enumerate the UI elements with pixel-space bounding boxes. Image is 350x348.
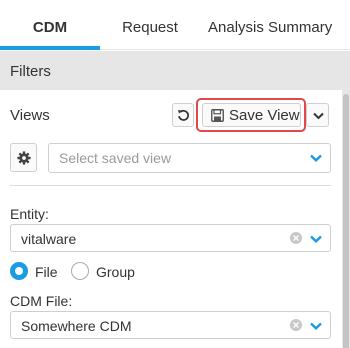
chevron-down-icon[interactable] xyxy=(310,322,322,330)
view-options-button[interactable] xyxy=(306,103,329,127)
chevron-down-icon xyxy=(313,112,324,120)
entity-select[interactable]: vitalware xyxy=(10,224,331,252)
tab-analysis-summary[interactable]: Analysis Summary xyxy=(208,0,350,50)
clear-icon[interactable] xyxy=(290,232,302,244)
chevron-down-icon[interactable] xyxy=(310,154,322,162)
view-settings-button[interactable] xyxy=(10,143,37,172)
entity-value: vitalware xyxy=(21,231,77,247)
cdm-file-select[interactable]: Somewhere CDM xyxy=(10,311,331,339)
chevron-down-icon[interactable] xyxy=(310,235,322,243)
scrollbar[interactable] xyxy=(342,90,350,348)
group-radio[interactable] xyxy=(71,262,89,280)
saved-view-select[interactable]: Select saved view xyxy=(48,143,331,173)
floppy-disk-icon xyxy=(211,109,224,122)
cdm-file-value: Somewhere CDM xyxy=(21,318,132,334)
tab-cdm[interactable]: CDM xyxy=(0,0,100,50)
divider xyxy=(10,185,331,186)
filters-header: Filters xyxy=(0,51,350,90)
file-radio-label[interactable]: File xyxy=(35,264,58,280)
tab-request[interactable]: Request xyxy=(100,0,200,50)
clear-icon[interactable] xyxy=(290,319,302,331)
gear-icon xyxy=(17,151,31,165)
entity-label: Entity: xyxy=(10,206,49,222)
filters-title: Filters xyxy=(10,63,51,80)
views-label: Views xyxy=(10,107,50,124)
save-view-button[interactable]: Save View xyxy=(202,103,301,127)
saved-view-placeholder: Select saved view xyxy=(59,150,172,166)
reset-view-button[interactable] xyxy=(172,103,194,127)
cdm-file-label: CDM File: xyxy=(10,293,73,309)
group-radio-label[interactable]: Group xyxy=(96,264,135,280)
active-tab-indicator xyxy=(0,46,100,50)
file-radio[interactable] xyxy=(10,262,28,280)
tab-bar: CDM Request Analysis Summary xyxy=(0,0,350,50)
undo-icon xyxy=(178,109,189,121)
save-view-label: Save View xyxy=(229,107,300,124)
scrollbar-thumb[interactable] xyxy=(343,94,349,348)
